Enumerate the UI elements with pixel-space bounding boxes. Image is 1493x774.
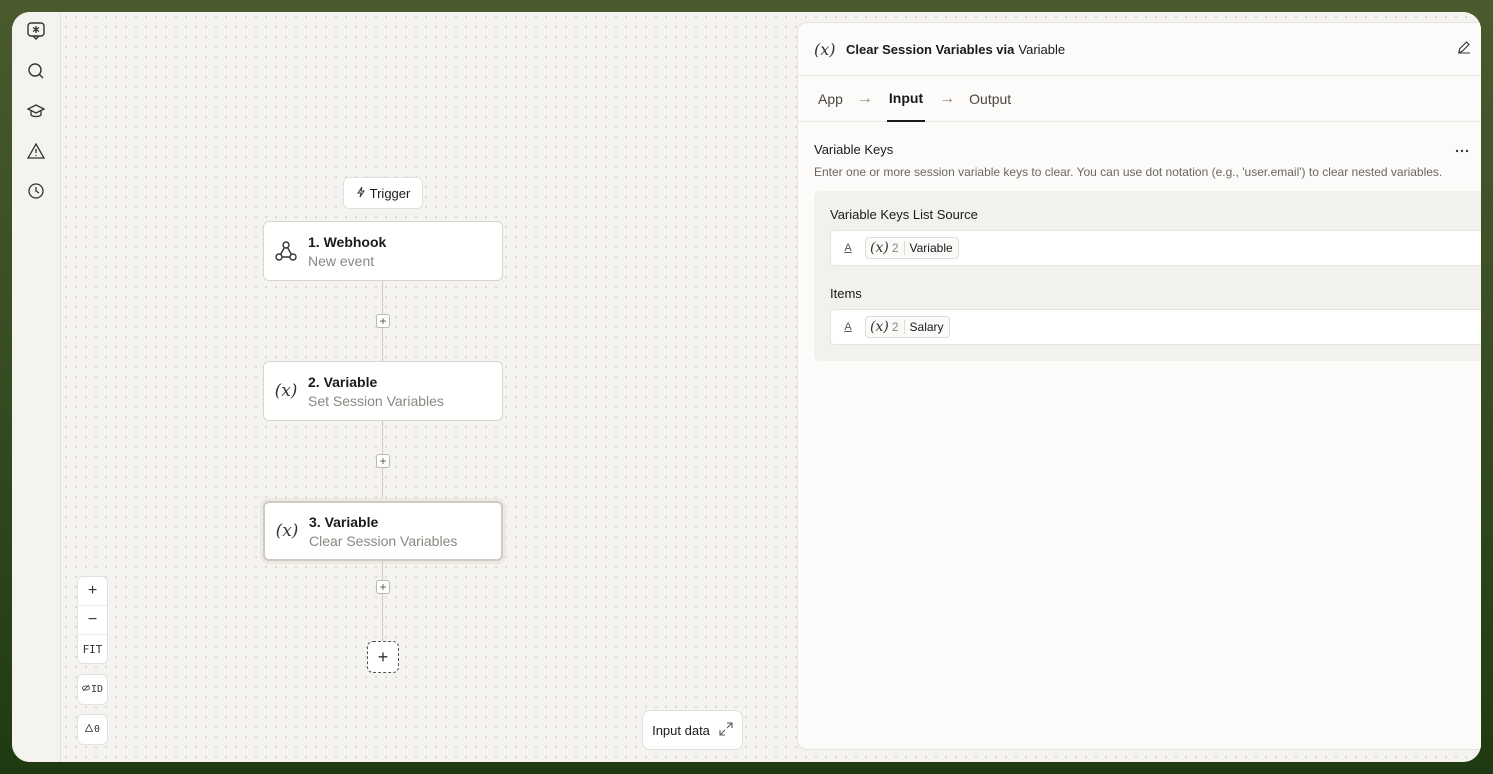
eye-off-icon	[82, 684, 90, 695]
variable-icon: (x)	[814, 39, 836, 59]
zoom-controls: + − FIT	[77, 576, 108, 664]
warnings-button[interactable]: 0	[77, 714, 108, 745]
fit-view-button[interactable]: FIT	[78, 635, 107, 664]
section-title: Variable Keys	[814, 141, 894, 157]
input-data-label: Input data	[652, 722, 710, 738]
logo-icon[interactable]	[25, 20, 47, 42]
graduation-cap-icon[interactable]	[25, 100, 47, 122]
chip-step-number: 2	[892, 320, 905, 334]
panel-tabs: App → Input → Output	[798, 76, 1481, 122]
variable-icon: (x)	[274, 381, 298, 401]
tab-input[interactable]: Input	[886, 76, 926, 122]
connector-line	[382, 561, 383, 641]
variable-keys-section: Variable Keys Enter one or more session …	[798, 122, 1481, 361]
flow-node-webhook[interactable]: 1. Webhook New event	[263, 221, 503, 281]
zoom-out-button[interactable]: −	[78, 606, 107, 635]
edit-icon[interactable]	[1457, 40, 1471, 59]
tab-output[interactable]: Output	[969, 76, 1011, 122]
section-description: Enter one or more session variable keys …	[814, 165, 1443, 179]
warning-icon	[84, 723, 94, 735]
panel-header: (x) Clear Session Variables via Variable	[798, 23, 1481, 76]
variable-icon: (x)	[870, 319, 889, 335]
zoom-in-button[interactable]: +	[78, 577, 107, 606]
chip-label: Variable	[909, 241, 953, 255]
workflow-canvas[interactable]: Trigger 1. Webhook New event + (x) 2. Va…	[61, 12, 1481, 762]
id-label: ID	[90, 684, 104, 695]
variable-icon: (x)	[870, 240, 889, 256]
field-label: Items	[830, 286, 862, 301]
add-step-button[interactable]: +	[376, 580, 390, 594]
search-icon[interactable]	[25, 60, 47, 82]
id-toggle-button[interactable]: ID	[77, 674, 108, 705]
add-final-step-button[interactable]: +	[367, 641, 399, 673]
node-title: 3. Variable	[309, 513, 379, 530]
input-data-button[interactable]: Input data	[642, 710, 743, 750]
step-config-panel: (x) Clear Session Variables via Variable…	[797, 22, 1481, 750]
trigger-button[interactable]: Trigger	[343, 177, 423, 209]
variable-keys-source-input[interactable]: A (x) 2 Variable	[830, 230, 1481, 266]
node-title: 1. Webhook	[308, 233, 387, 250]
variable-icon: (x)	[275, 521, 299, 541]
panel-title-app: Variable	[1018, 41, 1066, 57]
text-type-icon[interactable]: A	[841, 321, 855, 333]
text-type-icon[interactable]: A	[841, 242, 855, 254]
chip-label: Salary	[909, 320, 944, 334]
arrow-right-icon: →	[939, 89, 956, 107]
app-frame: Trigger 1. Webhook New event + (x) 2. Va…	[12, 12, 1481, 762]
add-step-button[interactable]: +	[376, 454, 390, 468]
panel-title: Clear Session Variables via	[846, 41, 1015, 57]
add-step-button[interactable]: +	[376, 314, 390, 328]
webhook-icon	[264, 221, 308, 281]
flow-node-clear-variables[interactable]: (x) 3. Variable Clear Session Variables	[263, 501, 503, 561]
variable-chip[interactable]: (x) 2 Salary	[865, 316, 950, 338]
tab-app[interactable]: App	[818, 76, 843, 122]
node-title: 2. Variable	[308, 373, 378, 390]
warning-icon[interactable]	[25, 140, 47, 162]
history-icon[interactable]	[25, 180, 47, 202]
field-label: Variable Keys List Source	[830, 207, 978, 222]
trigger-label: Trigger	[369, 185, 411, 201]
more-options-icon[interactable]	[1455, 140, 1469, 158]
variable-chip[interactable]: (x) 2 Variable	[865, 237, 959, 259]
lightning-icon	[356, 186, 366, 201]
flow-node-set-variables[interactable]: (x) 2. Variable Set Session Variables	[263, 361, 503, 421]
arrow-right-icon: →	[856, 89, 873, 107]
node-subtitle: Clear Session Variables	[309, 532, 458, 549]
warnings-count: 0	[93, 724, 101, 735]
node-subtitle: New event	[308, 252, 375, 269]
node-subtitle: Set Session Variables	[308, 392, 444, 409]
fields-container: Variable Keys List Source A (x) 2 Variab…	[814, 191, 1481, 361]
left-rail	[12, 12, 61, 762]
chip-step-number: 2	[892, 241, 905, 255]
items-input[interactable]: A (x) 2 Salary	[830, 309, 1481, 345]
expand-icon	[719, 721, 733, 739]
